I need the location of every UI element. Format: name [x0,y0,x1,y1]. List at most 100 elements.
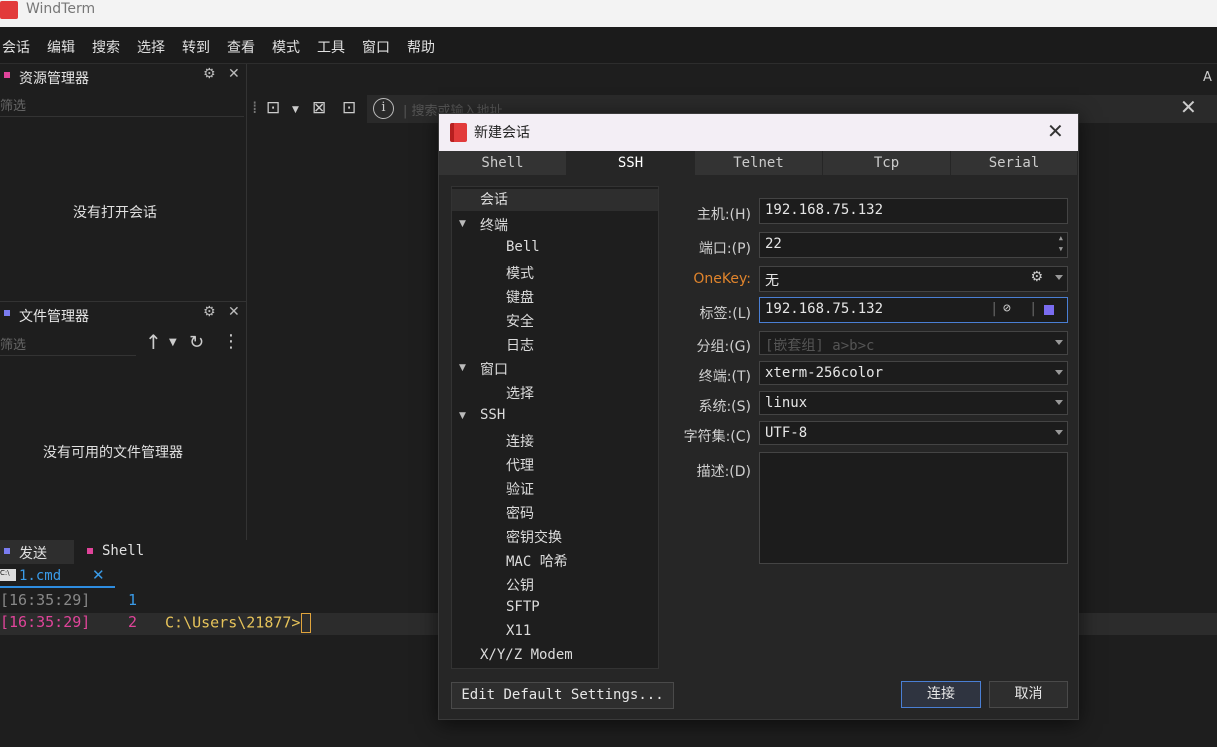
close-icon[interactable]: ✕ [1180,95,1197,119]
chevron-down-icon[interactable] [1055,370,1063,375]
file-empty-text: 没有可用的文件管理器 [43,445,183,461]
clear-icon[interactable]: ⊘ [1003,301,1011,316]
group-select[interactable]: [嵌套组] a>b>c [759,331,1068,355]
menu-mode[interactable]: 模式 [272,37,300,57]
tab-send-label: 发送 [19,546,47,562]
more-icon[interactable]: ⋮ [222,331,240,352]
tree-item-log[interactable]: 日志 [506,335,534,355]
close-icon[interactable]: ✕ [92,566,105,584]
up-arrow-icon[interactable]: ↑ [145,330,162,354]
resource-panel-title: 资源管理器 [19,71,89,87]
tree-item-proxy[interactable]: 代理 [506,455,534,475]
vertical-divider [246,64,247,540]
close-icon[interactable]: ✕ [228,304,240,320]
tree-item-modem[interactable]: X/Y/Z Modem [480,647,573,663]
gear-icon[interactable]: ⚙ [203,66,216,82]
tree-item-public-key[interactable]: 公钥 [506,575,534,595]
system-select[interactable]: linux [759,391,1068,415]
menu-tools[interactable]: 工具 [317,37,345,57]
expand-arrow-icon[interactable]: ▼ [459,411,466,421]
close-icon[interactable]: ✕ [228,66,240,82]
tree-item-password[interactable]: 密码 [506,503,534,523]
menu-view[interactable]: 查看 [227,37,255,57]
chevron-down-icon[interactable] [1055,275,1063,280]
group-label: 分组:(G) [696,339,752,355]
host-input[interactable]: 192.168.75.132 [759,198,1068,224]
menu-select[interactable]: 选择 [137,37,165,57]
tree-item-session[interactable]: 会话 [452,189,658,211]
chevron-down-icon[interactable] [1055,340,1063,345]
description-textarea[interactable] [759,452,1068,564]
settings-tree: 会话 ▼ 终端 Bell 模式 键盘 安全 日志 ▼ 窗口 选择 ▼ SSH 连… [451,186,659,669]
menu-window[interactable]: 窗口 [362,37,390,57]
terminal-prompt[interactable]: C:\Users\21877> [165,613,312,633]
tag-input[interactable]: 192.168.75.132 | ⊘ | [759,297,1068,323]
tree-item-connection[interactable]: 连接 [506,431,534,451]
gear-icon[interactable]: ⚙ [1030,269,1043,285]
menu-bar: 会话 编辑 搜索 选择 转到 查看 模式 工具 窗口 帮助 [0,27,1217,64]
connect-button[interactable]: 连接 [901,681,981,708]
new-tab-icon[interactable]: ⊡ [266,98,280,118]
close-icon[interactable]: ✕ [1047,119,1064,143]
tab-file[interactable]: C:\ 1.cmd ✕ [0,566,115,588]
chevron-down-icon[interactable]: ▼ [169,337,177,348]
tree-item-x11[interactable]: X11 [506,623,531,639]
duplicate-tab-icon[interactable]: ⊡ [342,98,356,118]
tree-item-security[interactable]: 安全 [506,311,534,331]
resource-panel-header: 资源管理器 ⚙ ✕ [0,64,246,90]
color-swatch-icon[interactable] [1044,305,1054,315]
close-tab-icon[interactable]: ⊠ [312,98,326,118]
info-icon[interactable]: i [373,98,394,119]
tree-item-mode[interactable]: 模式 [506,263,534,283]
terminal-select[interactable]: xterm-256color [759,361,1068,385]
edit-default-settings-button[interactable]: Edit Default Settings... [451,682,674,709]
tree-item-bell[interactable]: Bell [506,239,540,255]
tree-item-sftp[interactable]: SFTP [506,599,540,615]
cancel-button[interactable]: 取消 [989,681,1068,708]
tab-shell-label: Shell [102,543,145,559]
app-logo-icon [450,123,467,142]
onekey-value: 无 [765,273,779,289]
onekey-select[interactable]: 无 ⚙ [759,266,1068,292]
gear-icon[interactable]: ⚙ [203,304,216,320]
refresh-icon[interactable]: ↻ [189,332,204,353]
file-filter-input[interactable]: 筛选 [0,334,136,356]
tree-item-terminal[interactable]: 终端 [480,215,508,235]
system-value: linux [765,395,808,411]
tree-item-window[interactable]: 窗口 [480,359,508,379]
tab-ssh[interactable]: SSH [567,151,695,175]
menu-help[interactable]: 帮助 [407,37,435,57]
tree-item-keyboard[interactable]: 键盘 [506,287,534,307]
expand-arrow-icon[interactable]: ▼ [459,363,466,373]
terminal-label: 终端:(T) [698,369,751,385]
chevron-down-icon[interactable] [1055,430,1063,435]
tree-item-key-exchange[interactable]: 密钥交换 [506,527,562,547]
tree-item-selection[interactable]: 选择 [506,383,534,403]
tab-shell[interactable]: Shell [83,540,173,564]
menu-session[interactable]: 会话 [2,37,30,57]
tree-item-auth[interactable]: 验证 [506,479,534,499]
resource-filter-input[interactable]: 筛选 [0,95,244,117]
tab-telnet[interactable]: Telnet [695,151,823,175]
menu-goto[interactable]: 转到 [182,37,210,57]
tag-label: 标签:(L) [699,306,751,322]
chevron-down-icon[interactable]: ▼ [292,105,299,115]
dialog-title-bar: 新建会话 ✕ [439,114,1078,151]
file-panel-header: 文件管理器 ⚙ ✕ [0,302,246,328]
tab-serial[interactable]: Serial [951,151,1078,175]
menu-search[interactable]: 搜索 [92,37,120,57]
port-stepper[interactable]: 22 ▲ ▼ [759,232,1068,258]
chevron-down-icon[interactable] [1055,400,1063,405]
tree-item-mac-hash[interactable]: MAC 哈希 [506,551,568,571]
expand-arrow-icon[interactable]: ▼ [459,219,466,229]
terminal-line-number: 1 [128,591,138,609]
tab-send[interactable]: 发送 [0,540,74,564]
resource-empty-text: 没有打开会话 [73,205,157,221]
charset-select[interactable]: UTF-8 [759,421,1068,445]
tree-item-ssh[interactable]: SSH [480,407,505,423]
menu-edit[interactable]: 编辑 [47,37,75,57]
tab-shell[interactable]: Shell [439,151,567,175]
stepper-arrows-icon[interactable]: ▲ ▼ [1059,233,1063,255]
cursor [301,613,312,633]
tab-tcp[interactable]: Tcp [823,151,951,175]
